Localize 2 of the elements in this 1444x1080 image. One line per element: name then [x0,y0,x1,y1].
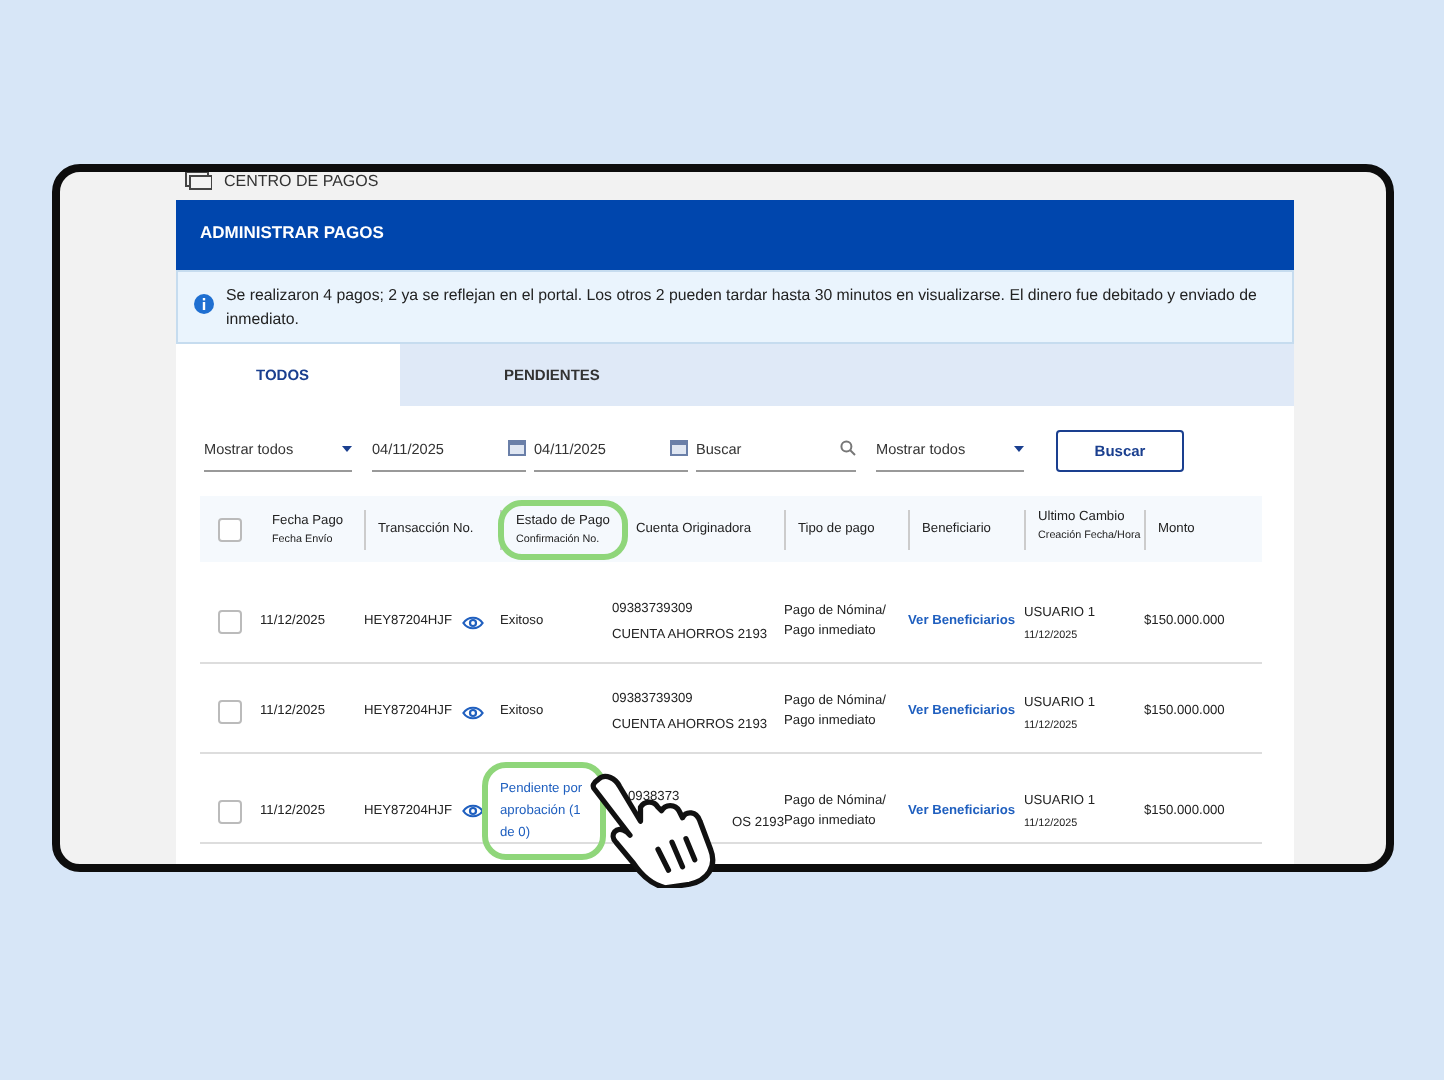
section-title: CENTRO DE PAGOS [224,172,379,189]
page-banner: ADMINISTRAR PAGOS [176,200,1294,270]
